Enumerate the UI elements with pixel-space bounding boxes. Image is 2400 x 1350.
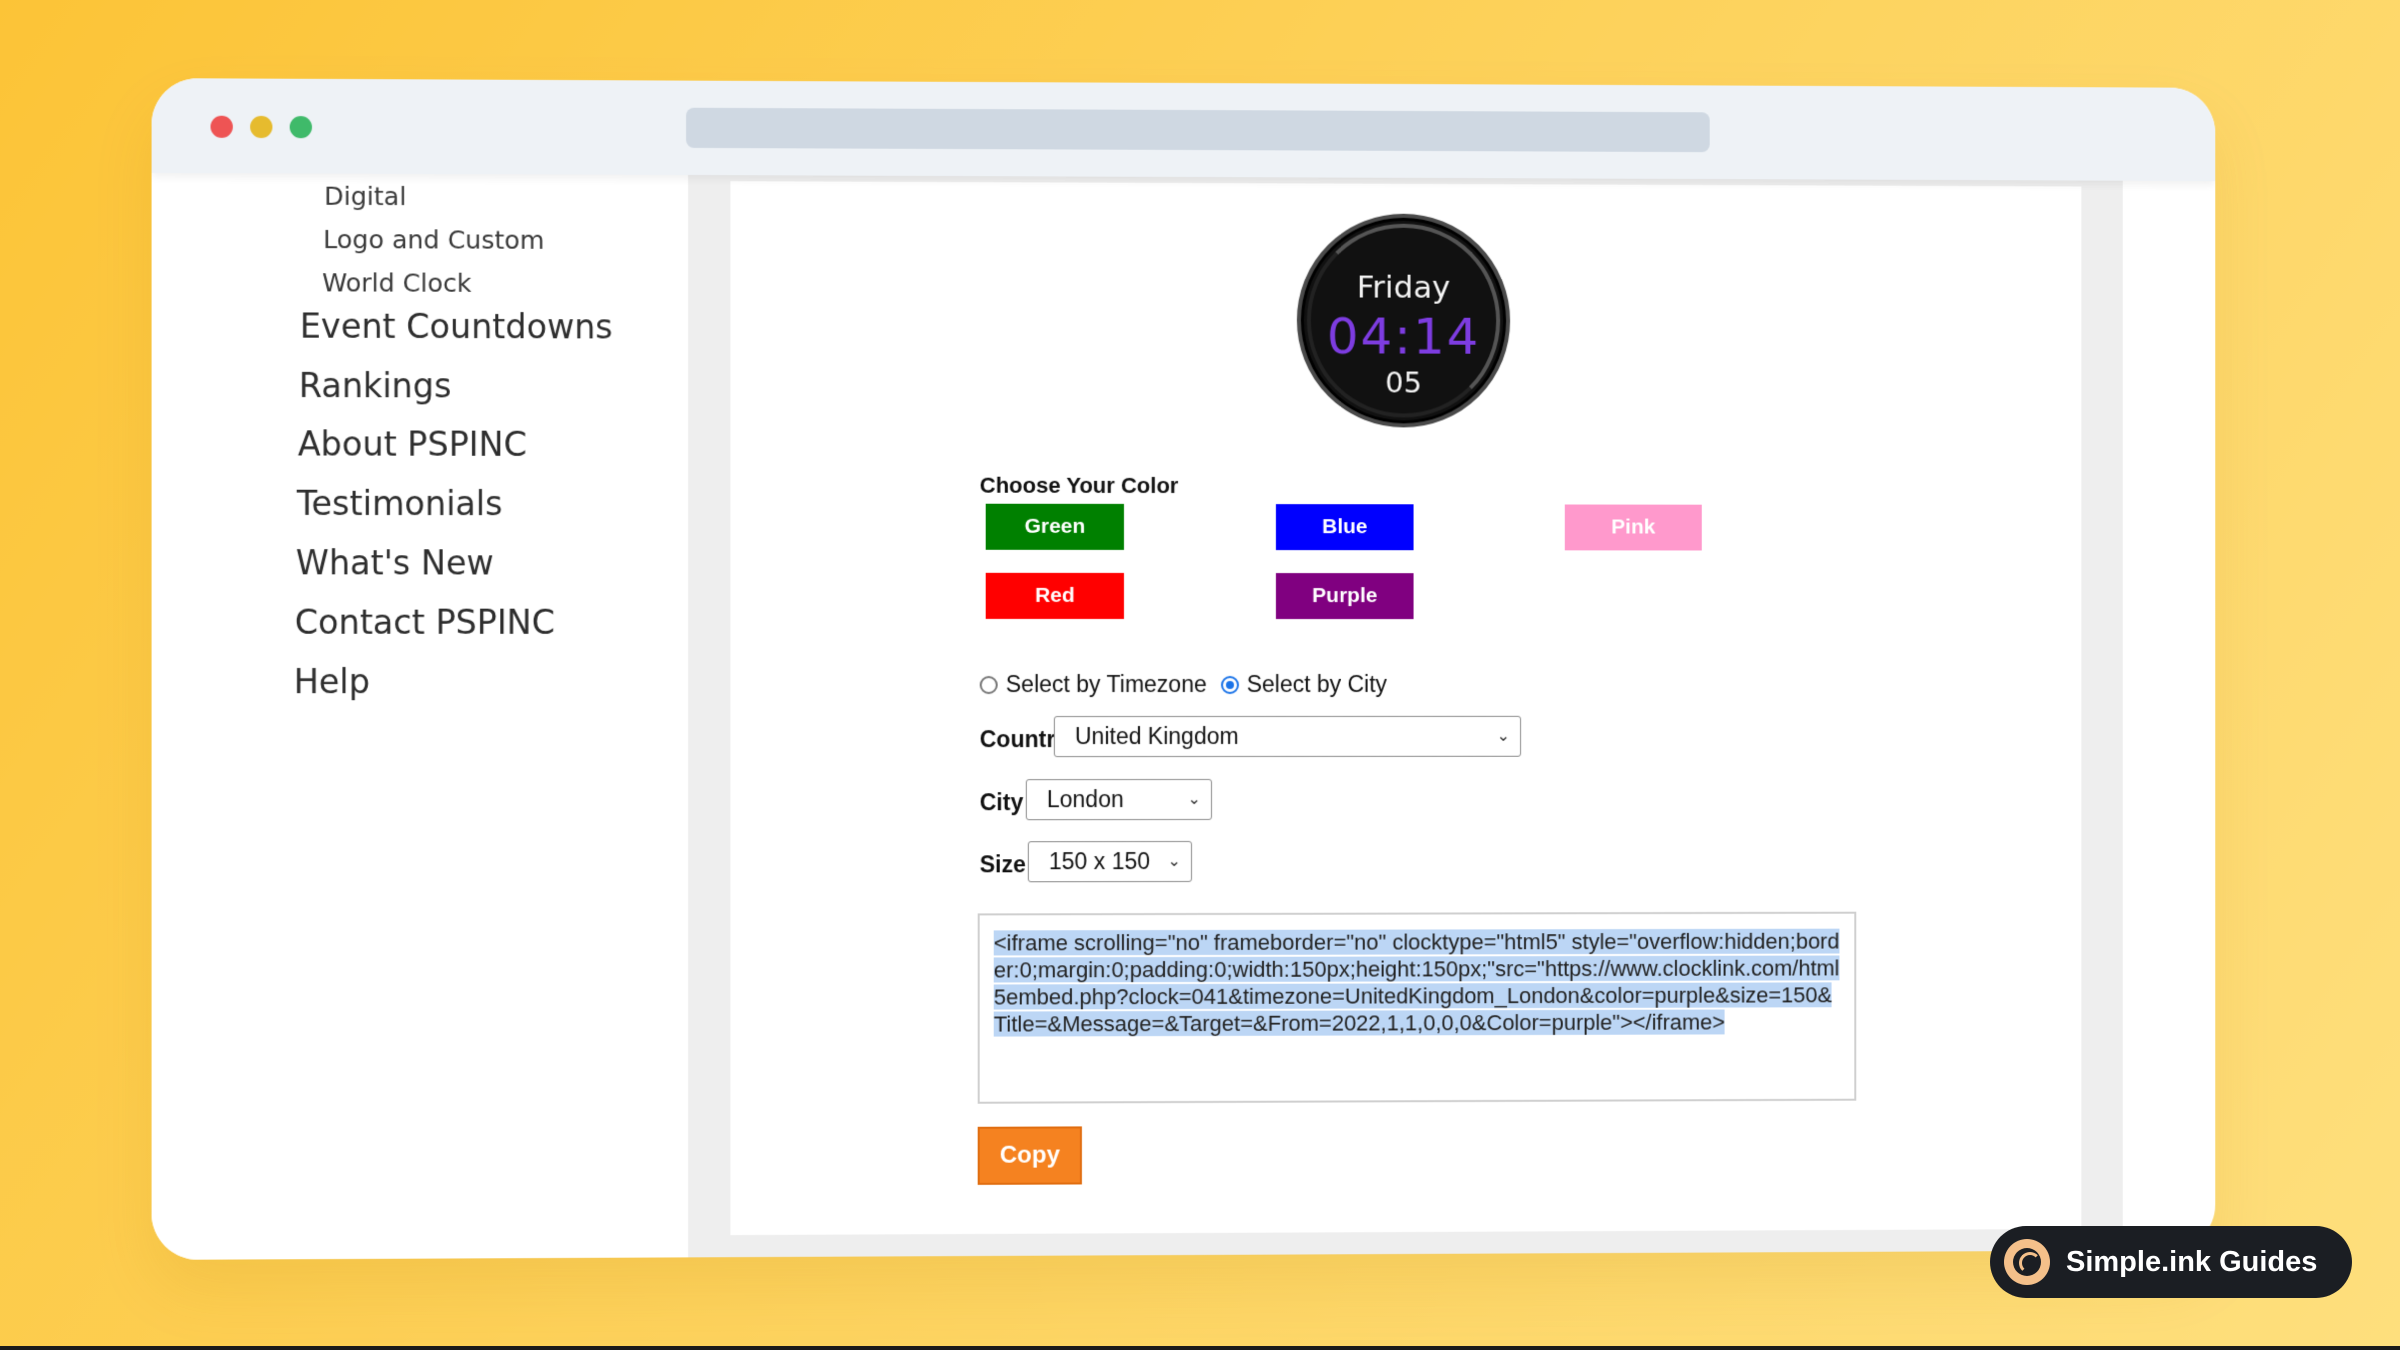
size-select[interactable]: 150 x 150 ⌄ (1027, 841, 1192, 883)
sidebar-item-event-countdowns[interactable]: Event Countdowns (300, 306, 613, 346)
select-by-city-radio[interactable] (1220, 675, 1239, 694)
copy-button[interactable]: Copy (977, 1126, 1082, 1185)
page-content: Digital Logo and Custom World Clock Even… (151, 172, 2216, 1260)
embed-code-text: <iframe scrolling="no" frameborder="no" … (993, 928, 1841, 1038)
sidebar-item-whats-new[interactable]: What's New (296, 543, 494, 582)
sidebar-item-contact-pspinc[interactable]: Contact PSPINC (295, 603, 555, 642)
badge-text: Simple.ink Guides (2066, 1245, 2318, 1278)
browser-titlebar (151, 78, 2216, 182)
sidebar-item-rankings[interactable]: Rankings (299, 366, 452, 406)
clock-preview: Friday 04:14 05 (1296, 213, 1511, 428)
address-bar[interactable] (686, 107, 1710, 153)
country-select[interactable]: United Kingdom ⌄ (1053, 715, 1522, 758)
sidebar-item-about-pspinc[interactable]: About PSPINC (298, 424, 527, 464)
sidebar-item-help[interactable]: Help (294, 662, 370, 701)
sidebar-subitem-digital[interactable]: Digital (324, 182, 406, 212)
simple-ink-badge: Simple.ink Guides (1990, 1226, 2352, 1298)
bottom-edge-bar (0, 1346, 2400, 1350)
embed-code-textarea[interactable]: <iframe scrolling="no" frameborder="no" … (977, 911, 1857, 1104)
sidebar-nav: Digital Logo and Custom World Clock Even… (151, 172, 689, 1260)
blue-color-button[interactable]: Blue (1275, 504, 1414, 551)
city-select-value: London (1046, 786, 1124, 813)
pink-color-button[interactable]: Pink (1564, 504, 1702, 551)
selection-mode-radios: Select by Timezone Select by City (979, 671, 1401, 698)
chevron-down-icon: ⌄ (1187, 790, 1201, 809)
select-by-timezone-label[interactable]: Select by Timezone (1006, 671, 1207, 698)
chevron-down-icon: ⌄ (1496, 727, 1511, 745)
select-by-city-label[interactable]: Select by City (1247, 671, 1387, 698)
select-by-timezone-radio[interactable] (979, 675, 998, 694)
size-label: Size (979, 851, 1026, 878)
green-color-button[interactable]: Green (985, 503, 1124, 550)
clock-seconds: 05 (1385, 365, 1422, 400)
choose-color-label: Choose Your Color (979, 472, 1179, 498)
clock-time: 04:14 (1326, 307, 1481, 366)
clock-builder-panel: Friday 04:14 05 Choose Your Color Green … (730, 181, 2082, 1236)
embed-code-selection: <iframe scrolling="no" frameborder="no" … (993, 928, 1840, 1037)
sidebar-item-testimonials[interactable]: Testimonials (297, 484, 503, 524)
sidebar-subitem-world-clock[interactable]: World Clock (322, 268, 471, 298)
country-select-value: United Kingdom (1074, 722, 1239, 750)
purple-color-button[interactable]: Purple (1275, 573, 1414, 620)
red-color-button[interactable]: Red (985, 572, 1124, 619)
city-select[interactable]: London ⌄ (1025, 778, 1212, 821)
chevron-down-icon: ⌄ (1167, 853, 1182, 871)
simple-ink-logo-icon (2004, 1239, 2050, 1285)
close-window-dot[interactable] (210, 115, 233, 138)
city-label: City (979, 789, 1024, 816)
maximize-window-dot[interactable] (289, 116, 312, 139)
sidebar-subitem-logo-and-custom[interactable]: Logo and Custom (323, 225, 544, 255)
clock-day: Friday (1356, 269, 1451, 306)
size-select-value: 150 x 150 (1048, 848, 1151, 875)
browser-window: Digital Logo and Custom World Clock Even… (151, 78, 2216, 1260)
minimize-window-dot[interactable] (250, 115, 273, 139)
